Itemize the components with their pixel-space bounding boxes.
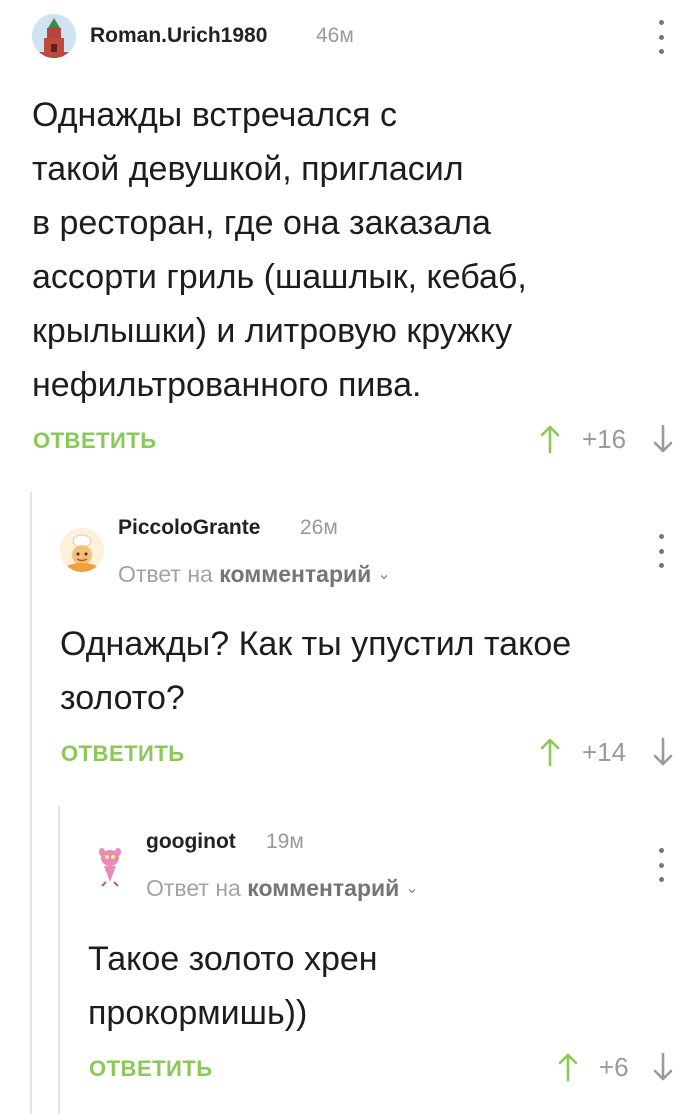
arrow-down-icon[interactable] — [651, 424, 675, 454]
rating: +6 — [599, 1052, 629, 1082]
parent-comment-link[interactable]: комментарий — [219, 561, 371, 587]
text-line: ассорти гриль (шашлык, кебаб, — [32, 258, 527, 296]
text-line: прокормишь)) — [88, 994, 308, 1032]
rating: +14 — [582, 737, 627, 767]
more-vertical-icon[interactable] — [655, 534, 667, 568]
text-line: Такое золото хрен — [88, 940, 378, 978]
thread-line[interactable] — [30, 492, 32, 1114]
text-line: крылышки) и литровую кружку — [32, 312, 513, 350]
comment-text: Однажды? Как ты упустил такое золото? — [60, 617, 680, 725]
arrow-down-icon[interactable] — [651, 1052, 675, 1082]
author-name[interactable]: googinot — [146, 830, 236, 854]
chevron-down-icon[interactable]: ⌄ — [405, 878, 418, 898]
text-line: в ресторан, где она заказала — [32, 204, 491, 242]
comment-text: Однажды встречался с такой девушкой, при… — [32, 88, 672, 412]
reply-button[interactable]: ОТВЕТИТЬ — [89, 1056, 213, 1082]
arrow-up-icon[interactable] — [556, 1052, 580, 1082]
text-line: Однажды встречался с — [32, 96, 397, 134]
arrow-up-icon[interactable] — [538, 424, 562, 454]
reply-button[interactable]: ОТВЕТИТЬ — [61, 741, 185, 767]
text-line: золото? — [60, 679, 185, 717]
text-line: Однажды? Как ты упустил такое — [60, 625, 572, 663]
parent-comment-link[interactable]: комментарий — [247, 875, 399, 901]
reply-to-prefix: Ответ на — [118, 561, 213, 587]
arrow-up-icon[interactable] — [538, 737, 562, 767]
reply-to: Ответ на комментарий ⌄ — [118, 561, 391, 588]
text-line: такой девушкой, пригласил — [32, 150, 464, 188]
reply-button[interactable]: ОТВЕТИТЬ — [33, 428, 157, 454]
comment-time: 19м — [266, 830, 304, 853]
reply-to: Ответ на комментарий ⌄ — [146, 875, 419, 902]
comment-time: 46м — [316, 24, 354, 47]
chef-avatar[interactable] — [60, 528, 104, 572]
thread-line[interactable] — [58, 806, 60, 1114]
more-vertical-icon[interactable] — [655, 20, 667, 54]
comment-time: 26м — [300, 516, 338, 539]
comment-text: Такое золото хрен прокормишь)) — [88, 932, 678, 1040]
author-name[interactable]: PiccoloGrante — [118, 516, 260, 540]
kremlin-tower-avatar[interactable] — [32, 14, 76, 58]
rating: +16 — [582, 424, 627, 454]
pink-panther-avatar[interactable] — [88, 844, 132, 888]
chevron-down-icon[interactable]: ⌄ — [377, 564, 390, 584]
text-line: нефильтрованного пива. — [32, 366, 422, 404]
arrow-down-icon[interactable] — [651, 737, 675, 767]
reply-to-prefix: Ответ на — [146, 875, 241, 901]
author-name[interactable]: Roman.Urich1980 — [90, 24, 267, 48]
more-vertical-icon[interactable] — [655, 848, 667, 882]
